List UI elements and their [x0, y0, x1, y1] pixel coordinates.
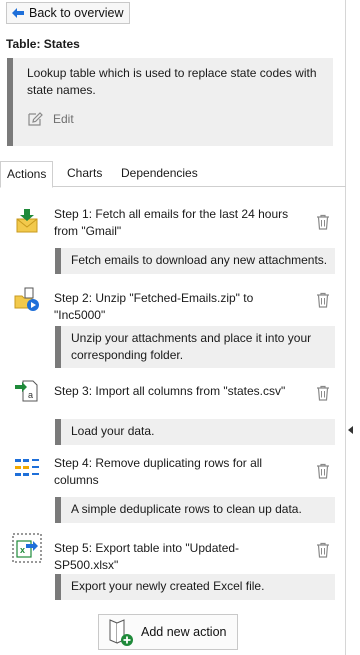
back-to-overview-button[interactable]: Back to overview — [6, 2, 131, 24]
tab-charts[interactable]: Charts — [61, 161, 108, 187]
tab-dependencies[interactable]: Dependencies — [115, 161, 204, 187]
back-arrow-icon — [12, 8, 24, 18]
step-title: Step 4: Remove duplicating rows for all … — [54, 456, 263, 487]
svg-text:a: a — [28, 390, 33, 400]
trash-icon[interactable] — [316, 542, 330, 558]
edit-description-button[interactable]: Edit — [27, 111, 74, 127]
trash-icon[interactable] — [316, 214, 330, 230]
export-excel-icon: x — [12, 533, 42, 563]
panel-splitter[interactable] — [346, 0, 360, 655]
svg-text:x: x — [20, 545, 25, 555]
dedupe-rows-icon — [15, 459, 39, 476]
add-action-label: Add new action — [141, 625, 227, 639]
step-note: A simple deduplicate rows to clean up da… — [55, 497, 335, 523]
table-description: Lookup table which is used to replace st… — [27, 66, 317, 97]
import-csv-icon: a — [15, 380, 38, 402]
unzip-folder-icon — [14, 287, 39, 311]
fetch-email-icon — [16, 209, 38, 233]
step-title: Step 1: Fetch all emails for the last 24… — [54, 207, 289, 238]
step-title: Step 3: Import all columns from "states.… — [54, 384, 286, 398]
table-description-box: Lookup table which is used to replace st… — [7, 58, 333, 146]
edit-label: Edit — [53, 112, 74, 126]
back-label: Back to overview — [29, 6, 124, 20]
step-note: Fetch emails to download any new attachm… — [55, 248, 335, 274]
add-new-action-button[interactable]: Add new action — [98, 614, 238, 650]
edit-icon — [28, 112, 43, 126]
page-title: Table: States — [6, 37, 80, 51]
step-title: Step 5: Export table into "Updated-SP500… — [54, 541, 240, 572]
tab-bar: Actions Charts Dependencies — [0, 161, 346, 188]
step-note: Unzip your attachments and place it into… — [55, 326, 335, 368]
step-note: Export your newly created Excel file. — [55, 574, 335, 600]
side-panel: Back to overview Table: States Lookup ta… — [0, 0, 346, 655]
step-title: Step 2: Unzip "Fetched-Emails.zip" to "I… — [54, 291, 254, 322]
trash-icon[interactable] — [316, 463, 330, 479]
trash-icon[interactable] — [316, 292, 330, 308]
add-action-icon — [109, 619, 133, 646]
trash-icon[interactable] — [316, 385, 330, 401]
tab-actions[interactable]: Actions — [0, 161, 54, 188]
collapse-arrow-icon[interactable] — [348, 426, 353, 434]
step-note: Load your data. — [55, 419, 335, 445]
